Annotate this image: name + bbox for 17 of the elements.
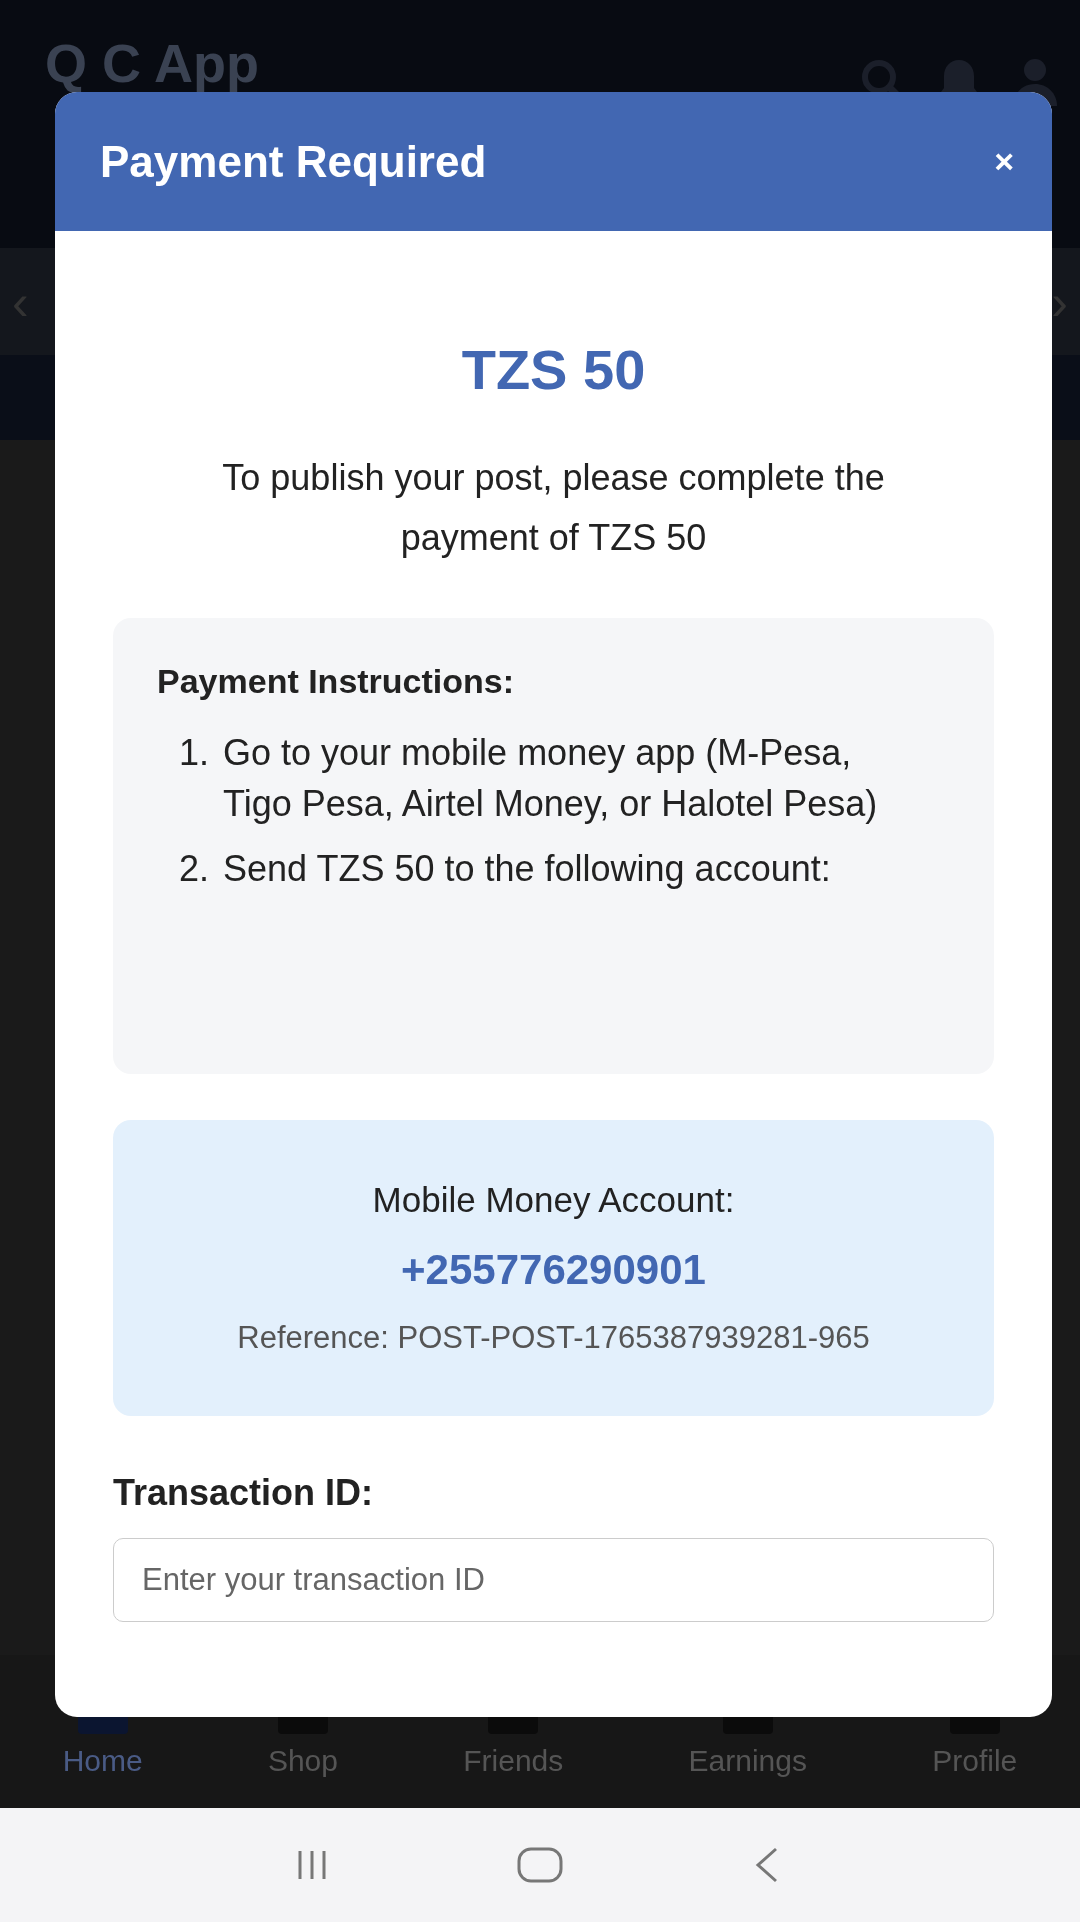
message-text: To publish your post, please complete the payment of TZS 50: [221, 456, 886, 560]
close-button[interactable]: ×: [994, 142, 1014, 181]
previous-arrow[interactable]: ‹: [12, 272, 29, 331]
step-number: 1.: [177, 731, 209, 775]
step-text: Send TZS 50 to the following account:: [223, 847, 831, 891]
account-number: +255776290901: [401, 1246, 706, 1294]
input-field[interactable]: Enter your transaction ID: [113, 1538, 994, 1622]
instructions-heading: Payment Instructions:: [157, 662, 516, 701]
next-arrow[interactable]: ›: [1051, 272, 1068, 331]
step-number: 2.: [177, 847, 209, 891]
field-label: Transaction ID:: [113, 1472, 375, 1514]
step-text: Go to your mobile money app (M-Pesa, Tigo Pesa, Airtel Money, or Halotel Pesa): [223, 731, 879, 826]
reference-text: Reference: POST-POST-1765387939281-965: [237, 1320, 870, 1356]
amount-text: TZS 50: [460, 337, 647, 402]
dialog-title: Payment Required: [100, 136, 487, 187]
account-label: Mobile Money Account:: [372, 1180, 735, 1220]
home-icon[interactable]: [516, 1845, 564, 1885]
